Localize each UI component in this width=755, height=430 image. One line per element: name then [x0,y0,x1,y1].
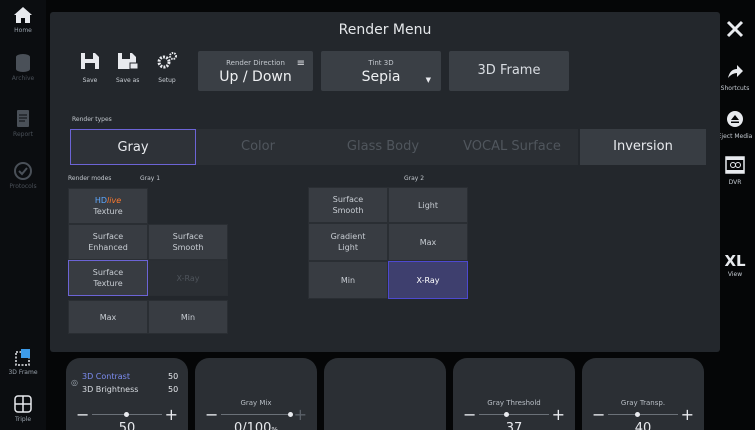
gray-threshold-slider-handle[interactable] [503,412,509,417]
tint-3d-dropdown[interactable]: Tint 3D Sepia ▼ [321,51,441,91]
render-type-color[interactable]: Color [196,129,320,165]
render-modes-label: Render modes [68,175,112,182]
render-direction-button[interactable]: Render Direction Up / Down ≡ [198,51,313,91]
mode2-surface-smooth[interactable]: Surface Smooth [308,187,388,223]
render-menu-panel: Render Menu Save Save as Setup Render Di… [50,12,720,352]
gray2-label: Gray 2 [404,175,425,182]
knob-gray-transp[interactable]: Gray Transp. − + 40 [582,358,704,430]
shortcuts-button[interactable]: Shortcuts [715,64,755,92]
eject-button[interactable]: Eject Media [715,110,755,140]
3d-frame-icon [15,349,30,366]
mode2-min[interactable]: Min [308,261,388,299]
close-icon [726,20,744,38]
report-button[interactable]: Report [0,108,46,138]
mode-min[interactable]: Min [148,300,228,334]
mode-max[interactable]: Max [68,300,148,334]
setup-button[interactable]: Setup [156,52,178,84]
triple-button[interactable]: Triple [0,393,46,423]
check-circle-icon [14,162,32,180]
save-button[interactable]: Save [80,52,100,84]
knob1-slider-handle[interactable] [124,412,130,417]
gray-transp-slider-handle[interactable] [634,412,640,417]
view-xl-label: XL [724,252,746,270]
mode2-xray[interactable]: X-Ray [388,261,468,299]
knob-toggle-icon: ◎ [71,378,78,387]
arrow-icon [728,65,743,78]
mode2-max[interactable]: Max [388,223,468,261]
gray-mix-slider[interactable] [221,412,294,417]
dvr-icon [725,156,745,174]
gray-threshold-slider[interactable] [479,412,549,417]
mode-surface-enhanced[interactable]: Surface Enhanced [68,224,148,260]
contrast-label: 3D Contrast [82,372,130,381]
gear-icon [157,52,177,69]
mode-xray-gray1[interactable]: X-Ray [148,260,228,296]
page-title: Render Menu [338,22,432,38]
save-as-icon [117,53,139,70]
brightness-value: 50 [168,385,179,394]
chevron-down-icon: ▼ [425,76,431,84]
gray-threshold-value: 37 [505,421,523,430]
knob-gray-threshold[interactable]: Gray Threshold − + 37 [453,358,575,430]
save-icon [81,53,99,69]
render-type-vocal-surface[interactable]: VOCAL Surface [446,129,578,165]
render-type-glass-body[interactable]: Glass Body [320,129,446,165]
knob-gray-mix[interactable]: Gray Mix − + 0/100% [195,358,317,430]
render-type-gray[interactable]: Gray [70,129,196,165]
view-button[interactable]: XL View [715,252,755,278]
3d-frame-button-main[interactable]: 3D Frame [449,51,569,91]
triple-icon [14,395,32,413]
render-type-inversion[interactable]: Inversion [580,129,706,165]
home-icon [14,7,32,23]
brightness-label: 3D Brightness [82,385,139,394]
archive-button[interactable]: Archive [0,52,46,82]
right-rail: Shortcuts Eject Media DVR XL View [718,0,755,430]
3d-frame-button[interactable]: 3D Frame [0,346,46,376]
mode-hdlive-texture[interactable]: HDlive Texture [68,188,148,224]
eject-icon [727,111,743,127]
knob1-slider[interactable] [92,412,162,417]
close-button[interactable] [715,18,755,44]
mode-surface-smooth[interactable]: Surface Smooth [148,224,228,260]
gray-mix-slider-handle[interactable] [288,412,294,417]
left-rail: Home Archive Report Protocols 3D Frame T… [0,0,46,430]
gray1-label: Gray 1 [140,175,161,182]
mode2-light[interactable]: Light [388,187,468,223]
dvr-button[interactable]: DVR [715,156,755,186]
report-icon [17,110,29,127]
gray-transp-slider[interactable] [608,412,678,417]
home-button[interactable]: Home [0,4,46,34]
gray-mix-unit: % [271,426,279,430]
save-as-button[interactable]: Save as [116,52,139,84]
contrast-value: 50 [168,372,179,381]
gray-mix-value: 0/100 [233,421,272,430]
knob-contrast-brightness[interactable]: ◎ 3D Contrast 50 3D Brightness 50 − + 50 [66,358,188,430]
menu-icon: ≡ [296,58,305,69]
render-types-label: Render types [72,116,112,123]
mode-surface-texture[interactable]: Surface Texture [68,260,148,296]
knob-empty [324,358,446,430]
gray-transp-value: 40 [634,421,652,430]
protocols-button[interactable]: Protocols [0,160,46,190]
knob1-value: 50 [118,421,136,430]
database-icon [16,54,30,72]
mode2-gradient-light[interactable]: Gradient Light [308,223,388,261]
